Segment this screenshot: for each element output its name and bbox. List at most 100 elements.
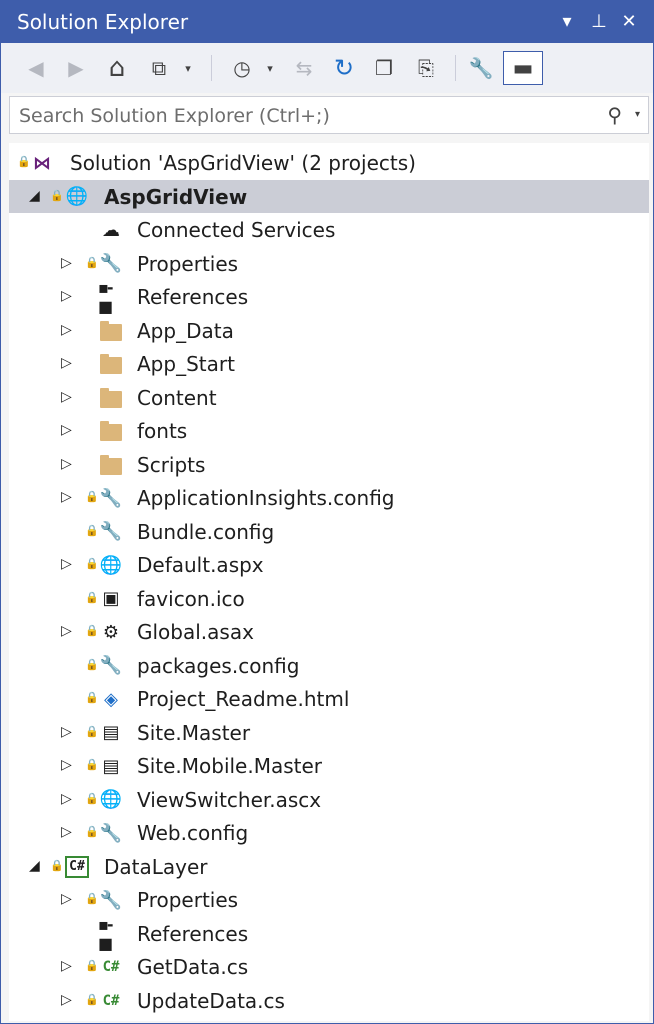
tree-item[interactable]: ▷ 🔒 🔧 Properties bbox=[9, 247, 649, 280]
switch-views-dropdown-icon[interactable]: ▾ bbox=[177, 51, 199, 85]
expand-arrow-icon[interactable]: ▷ bbox=[61, 488, 75, 506]
tree-item-label: Site.Mobile.Master bbox=[137, 754, 323, 778]
tree-item[interactable]: ▷ 🔒 C# UpdateData.cs bbox=[9, 984, 649, 1017]
filter-dropdown-icon[interactable]: ▾ bbox=[259, 51, 281, 85]
csharp-file-icon: C# bbox=[102, 959, 120, 975]
forward-icon[interactable]: ▶ bbox=[61, 51, 91, 85]
close-icon[interactable]: ✕ bbox=[615, 7, 643, 35]
tree-item[interactable]: ▷ 🔒 🔧 Web.config bbox=[9, 816, 649, 849]
source-control-lock-icon: 🔒 bbox=[17, 155, 31, 168]
expand-arrow-icon[interactable]: ▷ bbox=[61, 321, 75, 339]
source-control-lock-icon: 🔒 bbox=[85, 490, 99, 503]
refresh-icon[interactable]: ↻ bbox=[329, 51, 359, 85]
tree-item[interactable]: ▷ 🔒 C# GetData.cs bbox=[9, 950, 649, 983]
config-file-icon: 🔧 bbox=[99, 487, 123, 509]
references-icon: ▪-■ bbox=[98, 914, 113, 953]
search-options-dropdown-icon[interactable]: ▾ bbox=[635, 109, 640, 120]
source-control-lock-icon: 🔒 bbox=[85, 892, 99, 905]
config-file-icon: 🔧 bbox=[99, 822, 123, 844]
csharp-project-icon: C# bbox=[64, 855, 90, 879]
tree-item[interactable]: 🔒 ◈ Project_Readme.html bbox=[9, 682, 649, 715]
home-icon[interactable]: ⌂ bbox=[101, 51, 133, 85]
tree-item[interactable]: ▷ 🔒 ⚙ Global.asax bbox=[9, 615, 649, 648]
tree-item-label: ViewSwitcher.ascx bbox=[137, 787, 322, 812]
tree-item[interactable]: ▷ 🔒 🔧 ApplicationInsights.config bbox=[9, 481, 649, 514]
tree-item[interactable]: ◢ 🔒 🌐 AspGridView bbox=[9, 179, 649, 213]
tree-item[interactable]: ▷ App_Data bbox=[9, 314, 649, 347]
collapse-arrow-icon[interactable]: ◢ bbox=[29, 187, 43, 205]
source-control-lock-icon: 🔒 bbox=[85, 624, 99, 637]
folder-icon bbox=[98, 352, 124, 376]
expand-arrow-icon[interactable]: ▷ bbox=[61, 890, 75, 908]
source-control-lock-icon: 🔒 bbox=[85, 724, 99, 738]
source-control-lock-icon: 🔒 bbox=[85, 590, 99, 604]
master-page-icon: ▤ bbox=[102, 755, 120, 777]
expand-arrow-icon[interactable]: ▷ bbox=[61, 991, 75, 1009]
pin-icon[interactable]: ⊥ bbox=[585, 7, 613, 35]
pending-changes-filter-icon[interactable]: ◷ bbox=[225, 51, 259, 85]
expand-arrow-icon[interactable]: ▷ bbox=[61, 622, 75, 640]
tree-item-label: References bbox=[137, 921, 249, 946]
expand-arrow-icon[interactable]: ▷ bbox=[61, 823, 75, 841]
switch-views-icon[interactable]: ⧉ bbox=[143, 51, 175, 85]
collapse-arrow-icon[interactable]: ◢ bbox=[29, 857, 43, 875]
wrench-icon: 🔧 bbox=[99, 253, 123, 274]
show-all-files-icon[interactable]: ⎘ bbox=[411, 51, 441, 85]
expand-arrow-icon[interactable]: ▷ bbox=[61, 421, 75, 439]
tree-item[interactable]: ▷ 🔒 ▤ Site.Mobile.Master bbox=[9, 749, 649, 782]
tree-item[interactable]: ▷ Content bbox=[9, 381, 649, 414]
tree-item[interactable]: ▷ ▪-■ References bbox=[9, 278, 649, 316]
search-icon[interactable]: ⚲ bbox=[607, 103, 622, 127]
expand-arrow-icon[interactable]: ▷ bbox=[61, 555, 75, 573]
expand-arrow-icon[interactable]: ▷ bbox=[61, 354, 75, 372]
tree-item[interactable]: ▷ 🔒 🔧 Properties bbox=[9, 883, 649, 916]
tree-item[interactable]: 🔒 🔧 Bundle.config bbox=[9, 515, 649, 548]
tree-item[interactable]: ▷ fonts bbox=[9, 414, 649, 447]
tree-item-label: Site.Master bbox=[137, 720, 251, 745]
tree-item[interactable]: ▷ Scripts bbox=[9, 448, 649, 481]
tree-item-label: Web.config bbox=[137, 821, 249, 845]
tree-item[interactable]: 🔒 ⋈ Solution 'AspGridView' (2 projects) bbox=[9, 146, 649, 179]
folder-icon bbox=[98, 319, 124, 343]
expand-arrow-icon[interactable]: ▷ bbox=[61, 455, 75, 473]
tree-item-label: Content bbox=[137, 385, 217, 410]
tree-item[interactable]: ▷ App_Start bbox=[9, 347, 649, 380]
tree-item-label: Global.asax bbox=[137, 620, 254, 644]
collapse-all-icon[interactable]: ❐ bbox=[369, 51, 399, 85]
title-bar: Solution Explorer ▾ ⊥ ✕ bbox=[1, 1, 653, 43]
preview-selected-items-icon[interactable]: ▬ bbox=[503, 51, 543, 85]
search-input[interactable]: Search Solution Explorer (Ctrl+;) bbox=[19, 105, 330, 127]
source-control-lock-icon: 🔒 bbox=[85, 825, 99, 838]
expand-arrow-icon[interactable]: ▷ bbox=[61, 254, 75, 272]
tree-item[interactable]: ☁ Connected Services bbox=[9, 213, 649, 246]
back-icon[interactable]: ◀ bbox=[21, 51, 51, 85]
tree-item[interactable]: 🔒 🔧 packages.config bbox=[9, 649, 649, 682]
asax-file-icon: ⚙ bbox=[102, 621, 120, 643]
tree-item[interactable]: ▷ 🔒 ▤ Site.Master bbox=[9, 716, 649, 749]
expand-arrow-icon[interactable]: ▷ bbox=[61, 756, 75, 774]
expand-arrow-icon[interactable]: ▷ bbox=[61, 957, 75, 975]
tree-item[interactable]: 🔒 ▣ favicon.ico bbox=[9, 582, 649, 615]
tree-item-label: References bbox=[137, 285, 249, 309]
tree-item-label: App_Data bbox=[137, 318, 234, 343]
expand-arrow-icon[interactable]: ▷ bbox=[61, 723, 75, 741]
expand-arrow-icon[interactable]: ▷ bbox=[61, 388, 75, 406]
search-box[interactable]: Search Solution Explorer (Ctrl+;) ⚲ ▾ bbox=[9, 96, 649, 134]
tree-item-label: Connected Services bbox=[137, 218, 336, 242]
tree-item[interactable]: ▷ 🔒 🌐 ViewSwitcher.ascx bbox=[9, 783, 649, 816]
expand-arrow-icon[interactable]: ▷ bbox=[61, 287, 75, 305]
references-icon: ▪-■ bbox=[98, 278, 113, 316]
tree-item-label: packages.config bbox=[137, 653, 300, 678]
tree-item[interactable]: ▷ 🔒 🌐 Default.aspx bbox=[9, 548, 649, 581]
window-position-dropdown-icon[interactable]: ▾ bbox=[553, 7, 581, 35]
tree-item[interactable]: ▪-■ References bbox=[9, 914, 649, 953]
tree-item-label: fonts bbox=[137, 419, 188, 443]
expand-arrow-icon[interactable]: ▷ bbox=[61, 790, 75, 808]
tree-item-label: Properties bbox=[137, 251, 239, 276]
sync-active-document-icon[interactable]: ⇆ bbox=[289, 51, 319, 85]
properties-icon[interactable]: 🔧 bbox=[465, 51, 497, 85]
tree-item-label: GetData.cs bbox=[137, 955, 249, 979]
aspx-file-icon: 🌐 bbox=[99, 554, 123, 576]
tree-item[interactable]: ◢ 🔒 C# DataLayer bbox=[9, 850, 649, 883]
user-control-icon: 🌐 bbox=[99, 789, 123, 810]
